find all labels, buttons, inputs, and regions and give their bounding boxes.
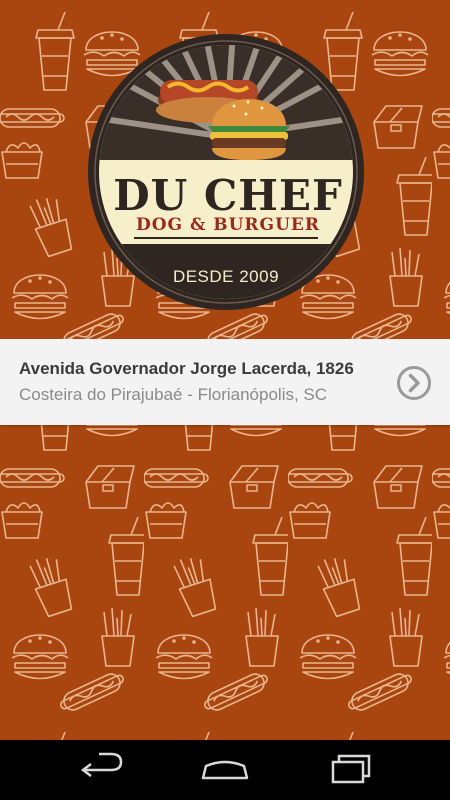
system-navigation-bar xyxy=(0,740,450,800)
address-card[interactable]: Avenida Governador Jorge Lacerda, 1826 C… xyxy=(0,339,450,425)
nav-back-button[interactable] xyxy=(55,740,145,800)
nav-recents-button[interactable] xyxy=(305,740,395,800)
nav-home-button[interactable] xyxy=(180,740,270,800)
back-icon xyxy=(80,752,123,777)
address-street: Avenida Governador Jorge Lacerda, 1826 xyxy=(19,359,354,378)
logo-brand-name: DU CHEF xyxy=(113,171,343,220)
home-icon xyxy=(201,760,249,780)
chevron-right-circle-icon[interactable] xyxy=(396,365,432,401)
du-chef-logo: DU CHEF DOG & BURGUER DESDE 2009 xyxy=(88,34,364,310)
app-screen: DU CHEF DOG & BURGUER DESDE 2009 Avenida… xyxy=(0,0,450,800)
address-neighborhood: Costeira do Pirajubaé - Florianópolis, S… xyxy=(19,385,328,404)
logo-tagline: DOG & BURGUER xyxy=(136,215,320,235)
logo-since: DESDE 2009 xyxy=(173,267,279,286)
recents-icon xyxy=(331,754,371,784)
